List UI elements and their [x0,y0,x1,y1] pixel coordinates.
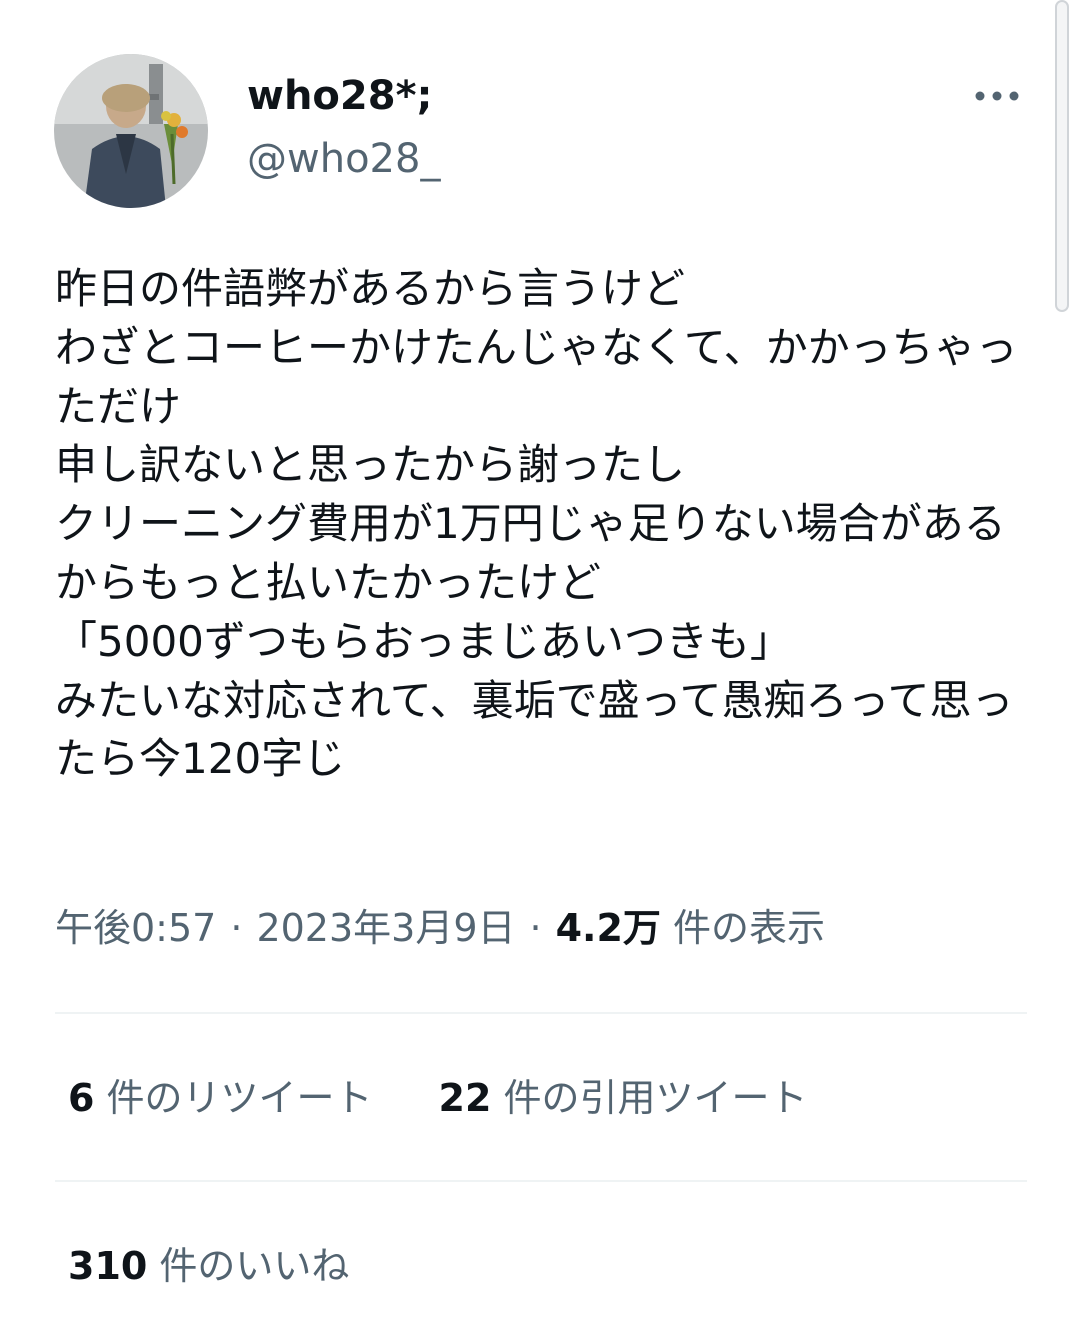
scrollbar[interactable] [1055,0,1069,312]
likes-count: 310 [68,1244,148,1288]
likes-stat[interactable]: 310 件のいいね [68,1240,349,1292]
engagement-stats-row: 6 件のリツイート 22 件の引用ツイート [68,1072,808,1124]
more-options-button[interactable] [966,78,1026,114]
tweet-date: 2023年3月9日 [256,906,516,950]
tweet-timestamp-link[interactable]: 午後0:57 · 2023年3月9日 [55,906,516,950]
profile-photo-icon [54,54,208,208]
tweet-meta: 午後0:57 · 2023年3月9日 · 4.2万 件の表示 [55,902,825,954]
retweets-label: 件のリツイート [94,1076,373,1120]
user-handle[interactable]: @who28_ [247,133,440,185]
quotes-label: 件の引用ツイート [491,1076,808,1120]
tweet-text: 昨日の件語弊があるから言うけど わざとコーヒーかけたんじゃなくて、かかっちゃった… [55,264,1018,784]
retweets-count: 6 [68,1076,95,1120]
views-count: 4.2万 [555,906,661,950]
more-horizontal-icon [975,91,1019,101]
views-label: 件の表示 [660,906,826,950]
views-link[interactable]: 4.2万 件の表示 [556,906,825,950]
meta-separator: · [230,906,243,950]
tweet-time: 午後0:57 [55,906,217,950]
quotes-count: 22 [438,1076,492,1120]
likes-label: 件のいいね [147,1244,350,1288]
tweet-detail: who28*; @who28_ 昨日の件語弊があるから言うけど わざとコーヒーか… [0,0,1080,1321]
divider [55,1180,1027,1182]
likes-stats-row: 310 件のいいね [68,1240,349,1292]
retweets-stat[interactable]: 6 件のリツイート [68,1072,373,1124]
meta-separator: · [529,906,542,950]
display-name[interactable]: who28*; [247,70,433,122]
divider [55,1012,1027,1014]
quote-tweets-stat[interactable]: 22 件の引用ツイート [439,1072,808,1124]
avatar[interactable] [54,54,208,208]
